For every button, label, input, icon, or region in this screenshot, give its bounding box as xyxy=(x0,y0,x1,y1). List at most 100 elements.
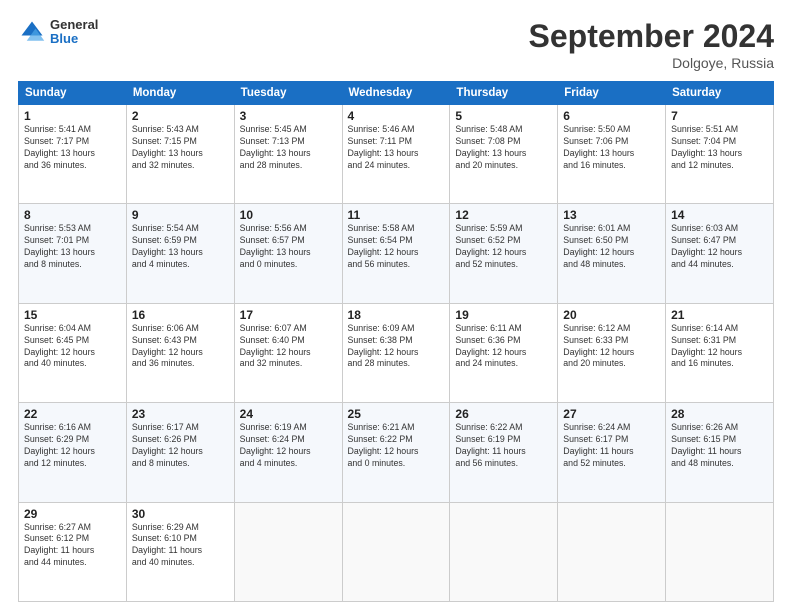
calendar-cell: 13Sunrise: 6:01 AM Sunset: 6:50 PM Dayli… xyxy=(558,204,666,303)
calendar-cell: 21Sunrise: 6:14 AM Sunset: 6:31 PM Dayli… xyxy=(666,303,774,402)
calendar-cell: 6Sunrise: 5:50 AM Sunset: 7:06 PM Daylig… xyxy=(558,105,666,204)
calendar-cell: 5Sunrise: 5:48 AM Sunset: 7:08 PM Daylig… xyxy=(450,105,558,204)
day-info: Sunrise: 6:01 AM Sunset: 6:50 PM Dayligh… xyxy=(563,223,660,271)
day-info: Sunrise: 5:53 AM Sunset: 7:01 PM Dayligh… xyxy=(24,223,121,271)
day-info: Sunrise: 6:21 AM Sunset: 6:22 PM Dayligh… xyxy=(348,422,445,470)
logo: General Blue xyxy=(18,18,98,47)
day-number: 7 xyxy=(671,109,768,123)
day-info: Sunrise: 6:11 AM Sunset: 6:36 PM Dayligh… xyxy=(455,323,552,371)
day-info: Sunrise: 5:59 AM Sunset: 6:52 PM Dayligh… xyxy=(455,223,552,271)
day-info: Sunrise: 5:54 AM Sunset: 6:59 PM Dayligh… xyxy=(132,223,229,271)
calendar-week-row: 29Sunrise: 6:27 AM Sunset: 6:12 PM Dayli… xyxy=(19,502,774,601)
day-info: Sunrise: 5:56 AM Sunset: 6:57 PM Dayligh… xyxy=(240,223,337,271)
calendar-cell: 16Sunrise: 6:06 AM Sunset: 6:43 PM Dayli… xyxy=(126,303,234,402)
day-number: 1 xyxy=(24,109,121,123)
calendar-cell: 9Sunrise: 5:54 AM Sunset: 6:59 PM Daylig… xyxy=(126,204,234,303)
calendar-cell xyxy=(450,502,558,601)
day-number: 13 xyxy=(563,208,660,222)
day-number: 28 xyxy=(671,407,768,421)
day-info: Sunrise: 6:24 AM Sunset: 6:17 PM Dayligh… xyxy=(563,422,660,470)
calendar-cell: 25Sunrise: 6:21 AM Sunset: 6:22 PM Dayli… xyxy=(342,403,450,502)
day-info: Sunrise: 6:27 AM Sunset: 6:12 PM Dayligh… xyxy=(24,522,121,570)
day-info: Sunrise: 6:09 AM Sunset: 6:38 PM Dayligh… xyxy=(348,323,445,371)
calendar-week-row: 8Sunrise: 5:53 AM Sunset: 7:01 PM Daylig… xyxy=(19,204,774,303)
day-number: 20 xyxy=(563,308,660,322)
calendar-cell: 29Sunrise: 6:27 AM Sunset: 6:12 PM Dayli… xyxy=(19,502,127,601)
day-info: Sunrise: 6:26 AM Sunset: 6:15 PM Dayligh… xyxy=(671,422,768,470)
day-info: Sunrise: 6:14 AM Sunset: 6:31 PM Dayligh… xyxy=(671,323,768,371)
calendar-cell: 28Sunrise: 6:26 AM Sunset: 6:15 PM Dayli… xyxy=(666,403,774,502)
calendar-cell: 20Sunrise: 6:12 AM Sunset: 6:33 PM Dayli… xyxy=(558,303,666,402)
calendar-cell: 8Sunrise: 5:53 AM Sunset: 7:01 PM Daylig… xyxy=(19,204,127,303)
calendar-week-row: 15Sunrise: 6:04 AM Sunset: 6:45 PM Dayli… xyxy=(19,303,774,402)
day-info: Sunrise: 6:12 AM Sunset: 6:33 PM Dayligh… xyxy=(563,323,660,371)
day-info: Sunrise: 5:43 AM Sunset: 7:15 PM Dayligh… xyxy=(132,124,229,172)
day-number: 3 xyxy=(240,109,337,123)
calendar: SundayMondayTuesdayWednesdayThursdayFrid… xyxy=(18,81,774,602)
calendar-cell: 19Sunrise: 6:11 AM Sunset: 6:36 PM Dayli… xyxy=(450,303,558,402)
day-number: 29 xyxy=(24,507,121,521)
calendar-cell: 12Sunrise: 5:59 AM Sunset: 6:52 PM Dayli… xyxy=(450,204,558,303)
calendar-cell: 4Sunrise: 5:46 AM Sunset: 7:11 PM Daylig… xyxy=(342,105,450,204)
day-number: 21 xyxy=(671,308,768,322)
day-number: 6 xyxy=(563,109,660,123)
col-header-saturday: Saturday xyxy=(666,82,774,105)
day-info: Sunrise: 5:48 AM Sunset: 7:08 PM Dayligh… xyxy=(455,124,552,172)
day-info: Sunrise: 5:50 AM Sunset: 7:06 PM Dayligh… xyxy=(563,124,660,172)
day-info: Sunrise: 5:45 AM Sunset: 7:13 PM Dayligh… xyxy=(240,124,337,172)
calendar-cell: 17Sunrise: 6:07 AM Sunset: 6:40 PM Dayli… xyxy=(234,303,342,402)
day-number: 26 xyxy=(455,407,552,421)
calendar-cell: 2Sunrise: 5:43 AM Sunset: 7:15 PM Daylig… xyxy=(126,105,234,204)
day-info: Sunrise: 6:06 AM Sunset: 6:43 PM Dayligh… xyxy=(132,323,229,371)
col-header-friday: Friday xyxy=(558,82,666,105)
calendar-cell: 24Sunrise: 6:19 AM Sunset: 6:24 PM Dayli… xyxy=(234,403,342,502)
calendar-cell: 26Sunrise: 6:22 AM Sunset: 6:19 PM Dayli… xyxy=(450,403,558,502)
col-header-thursday: Thursday xyxy=(450,82,558,105)
day-info: Sunrise: 6:22 AM Sunset: 6:19 PM Dayligh… xyxy=(455,422,552,470)
month-title: September 2024 xyxy=(529,18,774,55)
calendar-week-row: 22Sunrise: 6:16 AM Sunset: 6:29 PM Dayli… xyxy=(19,403,774,502)
calendar-cell xyxy=(558,502,666,601)
day-number: 16 xyxy=(132,308,229,322)
day-number: 15 xyxy=(24,308,121,322)
calendar-cell: 1Sunrise: 5:41 AM Sunset: 7:17 PM Daylig… xyxy=(19,105,127,204)
calendar-cell xyxy=(342,502,450,601)
day-number: 8 xyxy=(24,208,121,222)
day-number: 2 xyxy=(132,109,229,123)
col-header-tuesday: Tuesday xyxy=(234,82,342,105)
logo-icon xyxy=(18,18,46,46)
page: General Blue September 2024 Dolgoye, Rus… xyxy=(0,0,792,612)
day-number: 25 xyxy=(348,407,445,421)
calendar-cell: 23Sunrise: 6:17 AM Sunset: 6:26 PM Dayli… xyxy=(126,403,234,502)
calendar-cell: 27Sunrise: 6:24 AM Sunset: 6:17 PM Dayli… xyxy=(558,403,666,502)
day-number: 10 xyxy=(240,208,337,222)
day-number: 27 xyxy=(563,407,660,421)
calendar-cell: 3Sunrise: 5:45 AM Sunset: 7:13 PM Daylig… xyxy=(234,105,342,204)
col-header-monday: Monday xyxy=(126,82,234,105)
day-number: 14 xyxy=(671,208,768,222)
calendar-cell: 22Sunrise: 6:16 AM Sunset: 6:29 PM Dayli… xyxy=(19,403,127,502)
day-number: 22 xyxy=(24,407,121,421)
day-number: 5 xyxy=(455,109,552,123)
day-info: Sunrise: 5:58 AM Sunset: 6:54 PM Dayligh… xyxy=(348,223,445,271)
calendar-cell: 14Sunrise: 6:03 AM Sunset: 6:47 PM Dayli… xyxy=(666,204,774,303)
col-header-sunday: Sunday xyxy=(19,82,127,105)
day-info: Sunrise: 5:41 AM Sunset: 7:17 PM Dayligh… xyxy=(24,124,121,172)
day-info: Sunrise: 6:16 AM Sunset: 6:29 PM Dayligh… xyxy=(24,422,121,470)
location: Dolgoye, Russia xyxy=(529,55,774,71)
day-number: 19 xyxy=(455,308,552,322)
col-header-wednesday: Wednesday xyxy=(342,82,450,105)
day-info: Sunrise: 6:03 AM Sunset: 6:47 PM Dayligh… xyxy=(671,223,768,271)
day-info: Sunrise: 6:04 AM Sunset: 6:45 PM Dayligh… xyxy=(24,323,121,371)
day-number: 24 xyxy=(240,407,337,421)
calendar-cell: 10Sunrise: 5:56 AM Sunset: 6:57 PM Dayli… xyxy=(234,204,342,303)
day-info: Sunrise: 6:19 AM Sunset: 6:24 PM Dayligh… xyxy=(240,422,337,470)
day-number: 18 xyxy=(348,308,445,322)
day-number: 30 xyxy=(132,507,229,521)
calendar-cell: 11Sunrise: 5:58 AM Sunset: 6:54 PM Dayli… xyxy=(342,204,450,303)
day-number: 12 xyxy=(455,208,552,222)
day-info: Sunrise: 6:17 AM Sunset: 6:26 PM Dayligh… xyxy=(132,422,229,470)
calendar-cell: 18Sunrise: 6:09 AM Sunset: 6:38 PM Dayli… xyxy=(342,303,450,402)
calendar-cell: 30Sunrise: 6:29 AM Sunset: 6:10 PM Dayli… xyxy=(126,502,234,601)
day-number: 4 xyxy=(348,109,445,123)
